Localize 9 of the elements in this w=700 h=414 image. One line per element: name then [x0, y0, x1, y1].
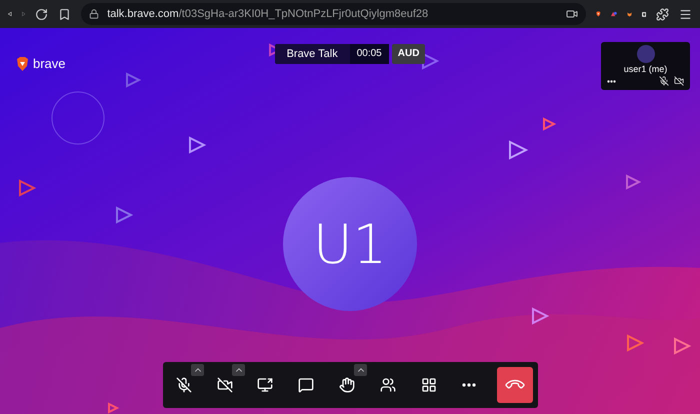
audio-badge: AUD — [392, 44, 426, 64]
self-view-tile[interactable]: user1 (me) — [601, 42, 690, 90]
call-timer: 00:05 — [350, 44, 389, 64]
participant-name: user1 (me) — [622, 64, 668, 74]
url-text: talk.brave.com/t03SgHa-ar3KI0H_TpNOtnPzLFjr0utQiylgm8euf28 — [107, 8, 430, 20]
address-bar[interactable]: talk.brave.com/t03SgHa-ar3KI0H_TpNOtnPzLFjr0utQiylgm8euf28 — [81, 3, 586, 25]
meeting-title: Brave Talk — [286, 48, 339, 60]
avatar-initials: U1 — [313, 212, 387, 276]
brand-logo-text: brave — [33, 56, 66, 71]
